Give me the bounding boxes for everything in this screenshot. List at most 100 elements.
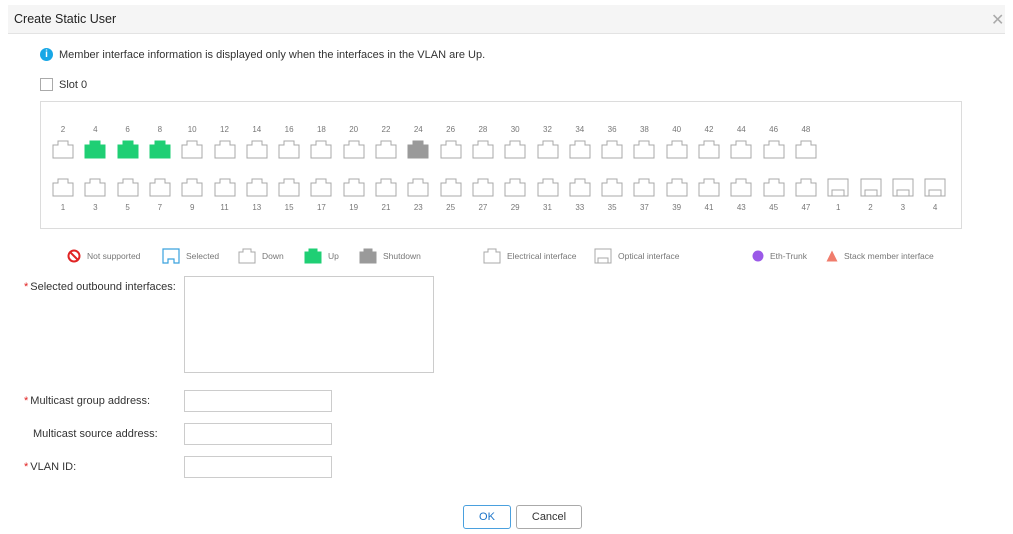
- port-18-down[interactable]: [310, 140, 332, 159]
- port-number-label: 31: [543, 203, 552, 212]
- source-address-label: Multicast source address:: [33, 428, 158, 440]
- port-11-down[interactable]: [214, 178, 236, 197]
- group-address-input[interactable]: [184, 390, 332, 412]
- port-45-down[interactable]: [763, 178, 785, 197]
- port-38-down[interactable]: [633, 140, 655, 159]
- port-46-down[interactable]: [763, 140, 785, 159]
- optical-port-3[interactable]: [892, 178, 914, 197]
- port-6-up[interactable]: [117, 140, 139, 159]
- legend-up-label: Up: [328, 251, 339, 261]
- port-22-down[interactable]: [375, 140, 397, 159]
- port-47-down[interactable]: [795, 178, 817, 197]
- port-number-label: 21: [381, 203, 391, 212]
- port-14-down[interactable]: [246, 140, 268, 159]
- legend-eth-trunk: Eth-Trunk: [752, 250, 807, 262]
- port-number-label: 15: [284, 203, 294, 212]
- vlan-id-label: * VLAN ID:: [24, 461, 77, 473]
- optical-port-2[interactable]: [860, 178, 882, 197]
- port-number-label: 26: [446, 125, 456, 134]
- port-number-label: 48: [801, 125, 811, 134]
- port-36-down[interactable]: [601, 140, 623, 159]
- optical-port-icon: [594, 248, 612, 264]
- port-number-label: 1: [60, 203, 66, 212]
- port-34-down[interactable]: [569, 140, 591, 159]
- slot-label: Slot 0: [59, 78, 88, 91]
- port-panel: 2 4 6 8 10 12 14 16 18 20 22 24 26 28 30 32 34 36 38 40 42 44…: [40, 101, 962, 229]
- port-42-down[interactable]: [698, 140, 720, 159]
- port-7-down[interactable]: [149, 178, 171, 197]
- port-25-down[interactable]: [440, 178, 462, 197]
- legend-optical: Optical interface: [594, 248, 679, 264]
- port-39-down[interactable]: [666, 178, 688, 197]
- port-number-label: 39: [672, 203, 682, 212]
- port-21-down[interactable]: [375, 178, 397, 197]
- port-number-label: 9: [189, 203, 195, 212]
- port-43-down[interactable]: [730, 178, 752, 197]
- port-number-label: 11: [220, 203, 229, 212]
- port-9-down[interactable]: [181, 178, 203, 197]
- port-32-down[interactable]: [537, 140, 559, 159]
- port-number-label: 28: [478, 125, 488, 134]
- port-26-down[interactable]: [440, 140, 462, 159]
- port-31-down[interactable]: [537, 178, 559, 197]
- source-address-input[interactable]: [184, 423, 332, 445]
- port-24-shutdown[interactable]: [407, 140, 429, 159]
- port-41-down[interactable]: [698, 178, 720, 197]
- port-40-down[interactable]: [666, 140, 688, 159]
- optical-port-4[interactable]: [924, 178, 946, 197]
- port-number-label: 13: [252, 203, 262, 212]
- down-port-icon: [238, 248, 256, 264]
- port-1-down[interactable]: [52, 178, 74, 197]
- port-20-down[interactable]: [343, 140, 365, 159]
- port-number-label: 38: [639, 125, 649, 134]
- port-23-down[interactable]: [407, 178, 429, 197]
- port-number-label: 43: [736, 203, 746, 212]
- port-number-label: 12: [220, 125, 229, 134]
- port-number-label: 44: [736, 125, 746, 134]
- port-30-down[interactable]: [504, 140, 526, 159]
- port-10-down[interactable]: [181, 140, 203, 159]
- legend-up: Up: [304, 248, 339, 264]
- port-5-down[interactable]: [117, 178, 139, 197]
- shutdown-port-icon: [359, 248, 377, 264]
- up-port-icon: [304, 248, 322, 264]
- outbound-interfaces-field[interactable]: [184, 276, 434, 373]
- cancel-button[interactable]: Cancel: [516, 505, 582, 529]
- port-15-down[interactable]: [278, 178, 300, 197]
- port-number-label: 35: [607, 203, 617, 212]
- optical-port-1[interactable]: [827, 178, 849, 197]
- port-28-down[interactable]: [472, 140, 494, 159]
- port-number-label: 6: [125, 125, 130, 134]
- port-44-down[interactable]: [730, 140, 752, 159]
- stack-member-icon: [826, 250, 838, 262]
- ok-button[interactable]: OK: [463, 505, 511, 529]
- port-13-down[interactable]: [246, 178, 268, 197]
- legend-down: Down: [238, 248, 284, 264]
- slot-checkbox-row[interactable]: Slot 0: [40, 78, 87, 91]
- port-number-label: 2: [60, 125, 66, 134]
- vlan-id-input[interactable]: [184, 456, 332, 478]
- legend-eth-trunk-label: Eth-Trunk: [770, 251, 808, 261]
- port-4-up[interactable]: [84, 140, 106, 159]
- port-27-down[interactable]: [472, 178, 494, 197]
- close-icon[interactable]: ✕: [991, 10, 1004, 30]
- legend-shutdown: Shutdown: [359, 248, 421, 264]
- port-48-down[interactable]: [795, 140, 817, 159]
- port-12-down[interactable]: [214, 140, 236, 159]
- port-2-down[interactable]: [52, 140, 74, 159]
- port-29-down[interactable]: [504, 178, 526, 197]
- port-33-down[interactable]: [569, 178, 591, 197]
- port-35-down[interactable]: [601, 178, 623, 197]
- port-8-up[interactable]: [149, 140, 171, 159]
- port-37-down[interactable]: [633, 178, 655, 197]
- legend-shutdown-label: Shutdown: [383, 251, 421, 261]
- port-17-down[interactable]: [310, 178, 332, 197]
- slot-checkbox[interactable]: [40, 78, 53, 91]
- port-16-down[interactable]: [278, 140, 300, 159]
- port-number-label: 4: [93, 125, 98, 134]
- port-number-label: 17: [316, 203, 326, 212]
- port-number-label: 32: [543, 125, 552, 134]
- port-3-down[interactable]: [84, 178, 106, 197]
- port-19-down[interactable]: [343, 178, 365, 197]
- port-number-label: 47: [801, 203, 811, 212]
